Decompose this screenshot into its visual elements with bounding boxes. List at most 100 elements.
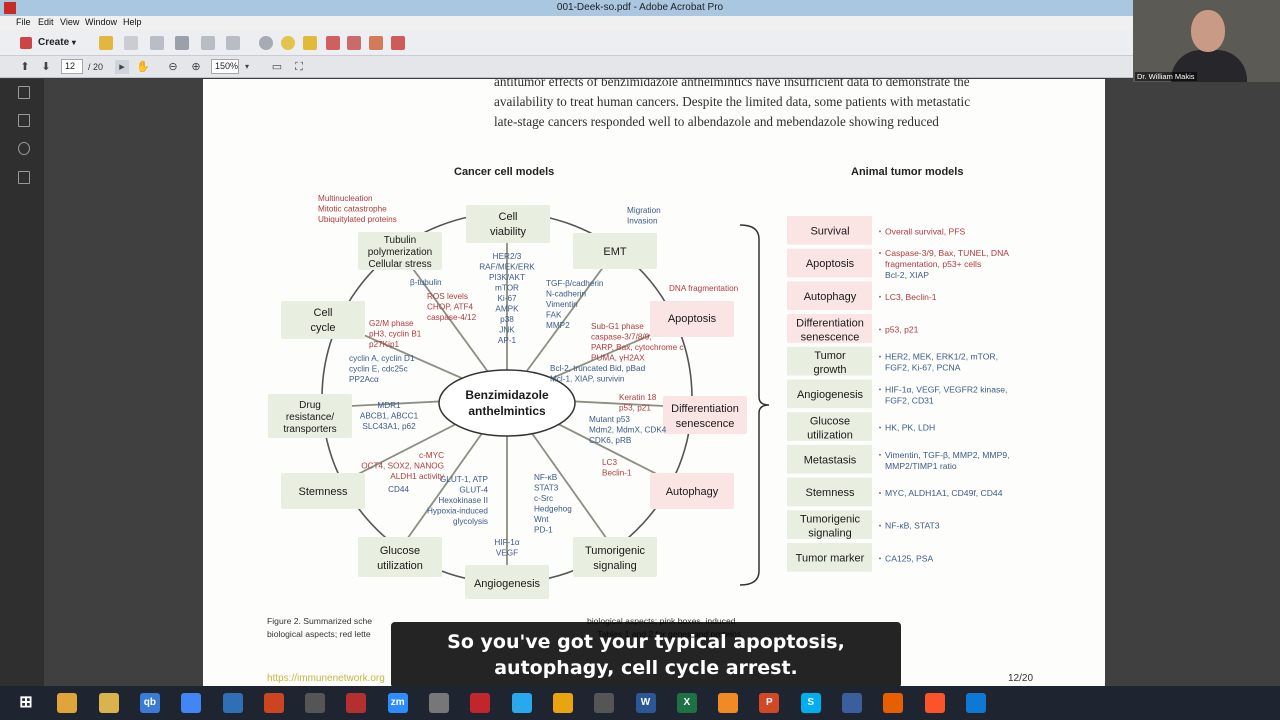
navigation-toolbar: ⬆ ⬇ 12 / 20 ▸ ✋ ⊖ ⊕ 150% ▾ ▭ ⛶ [0, 56, 1280, 78]
zoom-field[interactable]: 150% [211, 59, 239, 74]
annotation-viability-markers: HER2/3 [493, 252, 522, 261]
annotation-viability-markers: mTOR [495, 284, 519, 293]
menu-help[interactable]: Help [123, 17, 142, 27]
table-row-label: Apoptosis [806, 258, 855, 270]
page-up-icon[interactable]: ⬆ [18, 60, 32, 74]
webcam-overlay: Dr. William Makis [1133, 0, 1280, 82]
table-row-label: utilization [807, 430, 853, 442]
fit-page-icon[interactable]: ▭ [270, 60, 284, 74]
qbittorrent-icon[interactable]: qb [139, 693, 160, 713]
menu-view[interactable]: View [60, 17, 79, 27]
page-down-icon[interactable]: ⬇ [39, 60, 53, 74]
notepad-icon[interactable] [222, 693, 243, 713]
label-drug-2: resistance/ [286, 412, 335, 423]
window-title: 001-Deek-so.pdf - Adobe Acrobat Pro [556, 2, 724, 13]
explorer-icon[interactable] [57, 693, 78, 713]
export-icon[interactable] [391, 36, 405, 50]
annotation-cell-cycle-inhibited: cyclin A, cyclin D1 [349, 354, 415, 363]
main-toolbar: Create ▾ [0, 30, 1280, 56]
table-row-bullet [879, 295, 881, 298]
app-icon[interactable] [552, 693, 573, 713]
annotation-autophagy-markers: LC3 [602, 458, 617, 467]
edge-icon[interactable] [965, 693, 986, 713]
annotation-cell-cycle-induced: pH3, cyclin B1 [369, 330, 422, 339]
stamp-icon[interactable] [326, 36, 340, 50]
signatures-icon[interactable] [18, 142, 30, 155]
brave-icon[interactable] [924, 693, 945, 713]
page-number-field[interactable]: 12 [61, 59, 83, 74]
annotation-cell-cycle-inhibited: PP2Acα [349, 375, 379, 384]
excel-icon[interactable]: X [676, 693, 697, 713]
annotation-stemness-induced: ALDH1 activity [390, 472, 445, 481]
cloud-icon[interactable] [150, 36, 164, 50]
annotation-tumorigenic-markers: Wnt [534, 515, 549, 524]
annotation-dna-fragmentation: DNA fragmentation [669, 284, 739, 293]
table-row-description: LC3, Beclin-1 [885, 292, 937, 302]
vertical-scrollbar[interactable] [1268, 79, 1280, 686]
menu-window[interactable]: Window [85, 17, 117, 27]
vlc-icon[interactable] [718, 693, 739, 713]
annotation-drug-markers: ABCB1, ABCC1 [360, 412, 419, 421]
comment-icon[interactable] [281, 36, 295, 50]
highlight-icon[interactable] [303, 36, 317, 50]
app-icon[interactable] [305, 693, 326, 713]
sign-icon[interactable] [347, 36, 361, 50]
app-icon[interactable] [429, 693, 449, 713]
acrobat-pro-icon[interactable] [470, 693, 491, 713]
annotation-tumorigenic-markers: PD-1 [534, 526, 553, 535]
word-icon[interactable]: W [635, 693, 656, 713]
firefox-icon[interactable] [883, 693, 904, 713]
annotation-cell-cycle-induced: G2/M phase [369, 319, 414, 328]
label-stemness: Stemness [299, 486, 348, 498]
settings-icon[interactable] [259, 36, 273, 50]
folder-icon[interactable] [98, 693, 119, 713]
label-cell-viability-2: viability [490, 226, 527, 238]
zoom-dropdown-icon[interactable]: ▾ [240, 60, 254, 74]
app-icon[interactable] [842, 693, 862, 713]
zoom-in-icon[interactable]: ⊕ [189, 60, 203, 74]
page-thumbnails-icon[interactable] [18, 86, 30, 99]
table-row-bullet [879, 230, 881, 233]
box-angiogenesis: Angiogenesis [465, 565, 549, 599]
subtitle-caption: So you've got your typical apoptosis, au… [391, 622, 901, 688]
annotation-stress-markers: caspase-4/12 [427, 313, 477, 322]
annotation-viability-markers: Ki-67 [497, 294, 517, 303]
hand-tool-icon[interactable]: ✋ [136, 60, 150, 74]
menu-edit[interactable]: Edit [38, 17, 54, 27]
telegram-icon[interactable] [511, 693, 532, 713]
fullscreen-icon[interactable]: ⛶ [292, 60, 306, 74]
skype-icon[interactable]: S [800, 693, 821, 713]
attachments-icon[interactable] [18, 171, 30, 184]
footer-link[interactable]: https://immunenetwork.org [267, 673, 385, 684]
app-icon[interactable] [263, 693, 284, 713]
app-icon[interactable] [594, 693, 615, 713]
table-row-bullet [879, 491, 881, 494]
label-emt: EMT [603, 246, 627, 258]
bookmarks-icon[interactable] [18, 114, 30, 127]
box-tubulin: Tubulin polymerization Cellular stress [358, 232, 442, 270]
table-row-description: HIF-1α, VEGF, VEGFR2 kinase, [885, 384, 1007, 394]
save-icon[interactable] [124, 36, 138, 50]
zoom-out-icon[interactable]: ⊖ [166, 60, 180, 74]
table-row-description: FGF2, CD31 [885, 395, 934, 405]
start-icon[interactable]: ⊞ [16, 693, 36, 713]
print-icon[interactable] [175, 36, 189, 50]
label-cell-cycle-2: cycle [310, 322, 335, 334]
share-icon[interactable] [369, 36, 383, 50]
zoom-icon[interactable]: zm [387, 693, 408, 713]
table-row-label: Differentiation [796, 317, 864, 329]
select-tool-icon[interactable]: ▸ [115, 60, 129, 74]
mail-icon[interactable] [226, 36, 240, 50]
create-button[interactable]: Create ▾ [16, 34, 80, 52]
annotation-apoptosis-induced: caspase-3/7/8/9, [591, 333, 652, 342]
annotation-multinucleation: Mitotic catastrophe [318, 205, 387, 214]
acrobat-icon[interactable] [346, 693, 367, 713]
chrome-icon[interactable] [181, 693, 202, 713]
label-glucose-1: Glucose [380, 545, 420, 557]
powerpoint-icon[interactable]: P [759, 693, 780, 713]
edit-icon[interactable] [201, 36, 215, 50]
menu-file[interactable]: File [16, 17, 31, 27]
table-row-description: Overall survival, PFS [885, 226, 965, 236]
open-icon[interactable] [99, 36, 113, 50]
table-row-label: Survival [810, 225, 849, 237]
